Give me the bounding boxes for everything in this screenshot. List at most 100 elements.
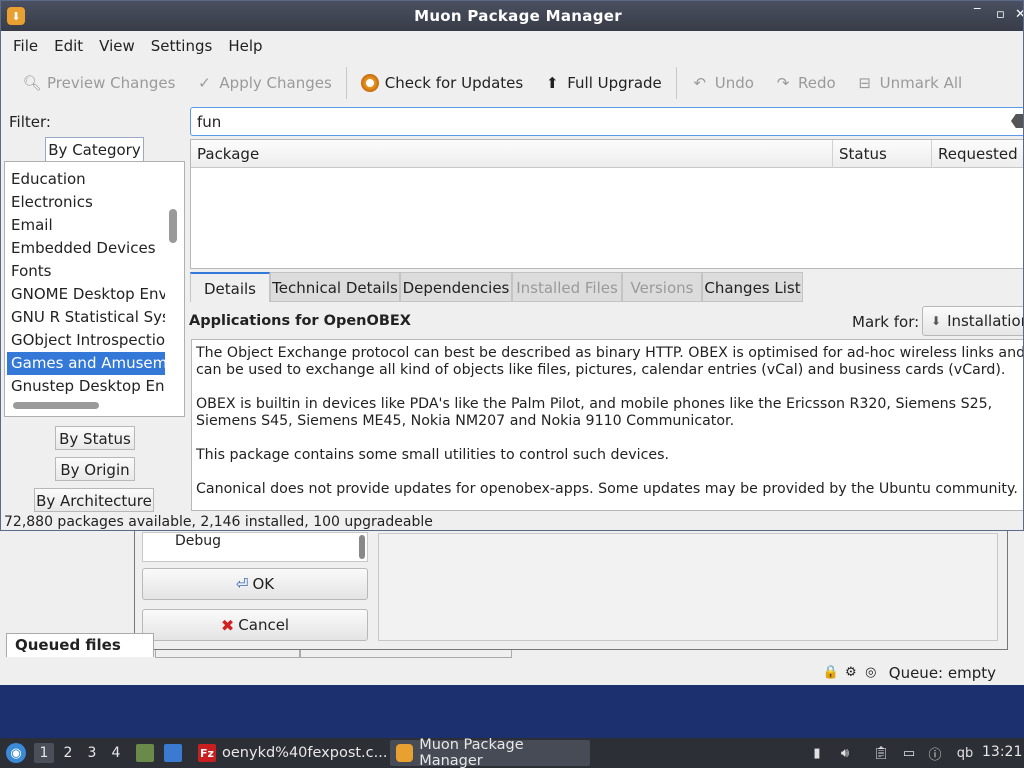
description-paragraph: The Object Exchange protocol can best be… [196,345,1024,378]
tab-by-category[interactable]: By Category [45,137,144,162]
mark-for-label: Mark for: [852,313,920,331]
category-item[interactable]: Education [7,168,165,191]
toolbar: 🔍︎ Preview Changes ✓ Apply Changes Check… [1,65,1023,101]
mark-for-value: Installation [947,312,1024,330]
menu-bar: File Edit View Settings Help [1,31,1023,61]
redo-label: Redo [797,74,836,92]
undo-button[interactable]: ↶ Undo [681,70,764,96]
list-scrollbar[interactable] [359,535,365,559]
category-item[interactable]: GNU R Statistical Syste [7,306,165,329]
enter-icon: ⏎ [235,575,249,593]
lock-icon: 🔒 [822,665,839,680]
details-tabbar: Details Technical Details Dependencies I… [190,272,1023,302]
category-item[interactable]: Electronics [7,191,165,214]
file-manager-icon[interactable] [136,744,154,762]
tab-technical-details[interactable]: Technical Details [270,272,400,302]
volume-icon[interactable]: 🔊︎ [836,744,854,762]
refresh-icon [360,74,379,92]
cancel-button[interactable]: ✖ Cancel [142,609,368,641]
network-icon[interactable]: ▭ [900,744,918,762]
workspace-1[interactable]: 1 [34,743,54,763]
tab-versions[interactable]: Versions [622,272,702,302]
preview-changes-button[interactable]: 🔍︎ Preview Changes [13,70,185,96]
taskbar: ◉ 1 2 3 4 Fz oenykd%40fexpost.c... Muon … [0,737,1024,768]
tab-installed-files[interactable]: Installed Files [512,272,622,302]
tab-details[interactable]: Details [190,272,270,302]
install-arrow-icon: ⬇ [931,314,942,328]
filezilla-icon: Fz [198,744,216,762]
background-list[interactable]: Debug [142,532,368,562]
column-header-status[interactable]: Status [833,140,932,168]
cancel-x-icon: ✖ [220,615,235,635]
qbittorrent-tray-icon[interactable]: qb [954,744,976,762]
cancel-label: Cancel [238,616,290,634]
task-filezilla-label: oenykd%40fexpost.c... [222,745,388,761]
workspace-2[interactable]: 2 [58,743,78,763]
toolbar-separator [675,67,677,99]
speed-limit-icon: ◎ [865,665,877,680]
maximize-button[interactable]: ▫ [996,7,1005,22]
menu-view[interactable]: View [91,33,143,59]
menu-help[interactable]: Help [220,33,270,59]
category-item[interactable]: GNOME Desktop Envir [7,283,165,306]
tab-dependencies[interactable]: Dependencies [400,272,512,302]
background-statusbar: 🔒 ⚙ ◎ Queue: empty [0,660,1024,685]
start-menu-icon[interactable]: ◉ [6,743,26,763]
category-item-selected[interactable]: Games and Amusemen [7,352,165,375]
menu-edit[interactable]: Edit [46,33,91,59]
category-item[interactable]: Gnustep Desktop Envir [7,375,165,398]
clock[interactable]: 13:21 [982,744,1022,760]
task-filezilla[interactable]: Fz oenykd%40fexpost.c... [192,740,393,766]
muon-main-window: ⬇ Muon Package Manager ‾ ▫ ✕ File Edit V… [0,0,1024,531]
check-for-updates-button[interactable]: Check for Updates [351,70,533,96]
magnifier-icon: 🔍︎ [22,74,42,92]
minimize-button[interactable]: ‾ [974,7,981,22]
unmark-all-label: Unmark All [879,74,963,92]
tab-changes-list[interactable]: Changes List [702,272,803,302]
workspace-3[interactable]: 3 [82,743,102,763]
column-header-requested[interactable]: Requested [932,140,1023,168]
package-description: The Object Exchange protocol can best be… [191,339,1024,511]
tab-by-architecture[interactable]: By Architecture [34,488,154,512]
undo-label: Undo [714,74,754,92]
apply-changes-button[interactable]: ✓ Apply Changes [185,70,341,96]
status-bar: 72,880 packages available, 2,146 install… [4,514,433,530]
full-upgrade-button[interactable]: ⬆ Full Upgrade [533,70,672,96]
category-vertical-scrollbar[interactable] [169,209,177,243]
menu-settings[interactable]: Settings [143,33,221,59]
tab-by-status[interactable]: By Status [55,426,135,450]
search-input[interactable] [190,107,1023,136]
preview-changes-label: Preview Changes [47,74,176,92]
column-header-package[interactable]: Package [191,140,833,168]
workspace-4[interactable]: 4 [106,743,126,763]
title-bar[interactable]: ⬇ Muon Package Manager ‾ ▫ ✕ [1,1,1023,31]
tab-by-origin[interactable]: By Origin [55,457,135,481]
tab-successful-transfers[interactable] [300,650,512,658]
ok-button[interactable]: ⏎ OK [142,568,368,600]
update-notifier-icon[interactable]: ⓘ [926,744,944,763]
redo-button[interactable]: ↷ Redo [764,70,846,96]
task-muon[interactable]: Muon Package Manager [390,737,590,768]
category-item[interactable]: Embedded Devices [7,237,165,260]
show-desktop-icon[interactable] [164,744,182,762]
category-item[interactable]: Fonts [7,260,165,283]
clipboard-icon[interactable]: 📋︎ [872,744,890,762]
upgrade-arrow-icon: ⬆ [545,74,559,92]
redo-icon: ↷ [776,74,790,92]
menu-file[interactable]: File [5,33,46,59]
ok-label: OK [252,575,275,593]
mark-for-dropdown[interactable]: ⬇ Installation [922,306,1024,336]
package-table[interactable]: Package Status Requested [190,139,1023,269]
close-button[interactable]: ✕ [1015,7,1023,22]
category-horizontal-scrollbar[interactable] [13,402,99,409]
tab-failed-transfers[interactable] [155,650,300,658]
tab-queued-files[interactable]: Queued files [6,633,154,657]
category-item[interactable]: Email [7,214,165,237]
battery-icon[interactable]: ▮ [808,744,826,762]
category-item[interactable]: GObject Introspection [7,329,165,352]
undo-icon: ↶ [693,74,707,92]
list-item[interactable]: Debug [175,533,221,549]
unmark-all-button[interactable]: ⊟ Unmark All [846,70,973,96]
task-muon-label: Muon Package Manager [419,737,524,768]
category-list: Education Electronics Email Embedded Dev… [7,168,165,398]
